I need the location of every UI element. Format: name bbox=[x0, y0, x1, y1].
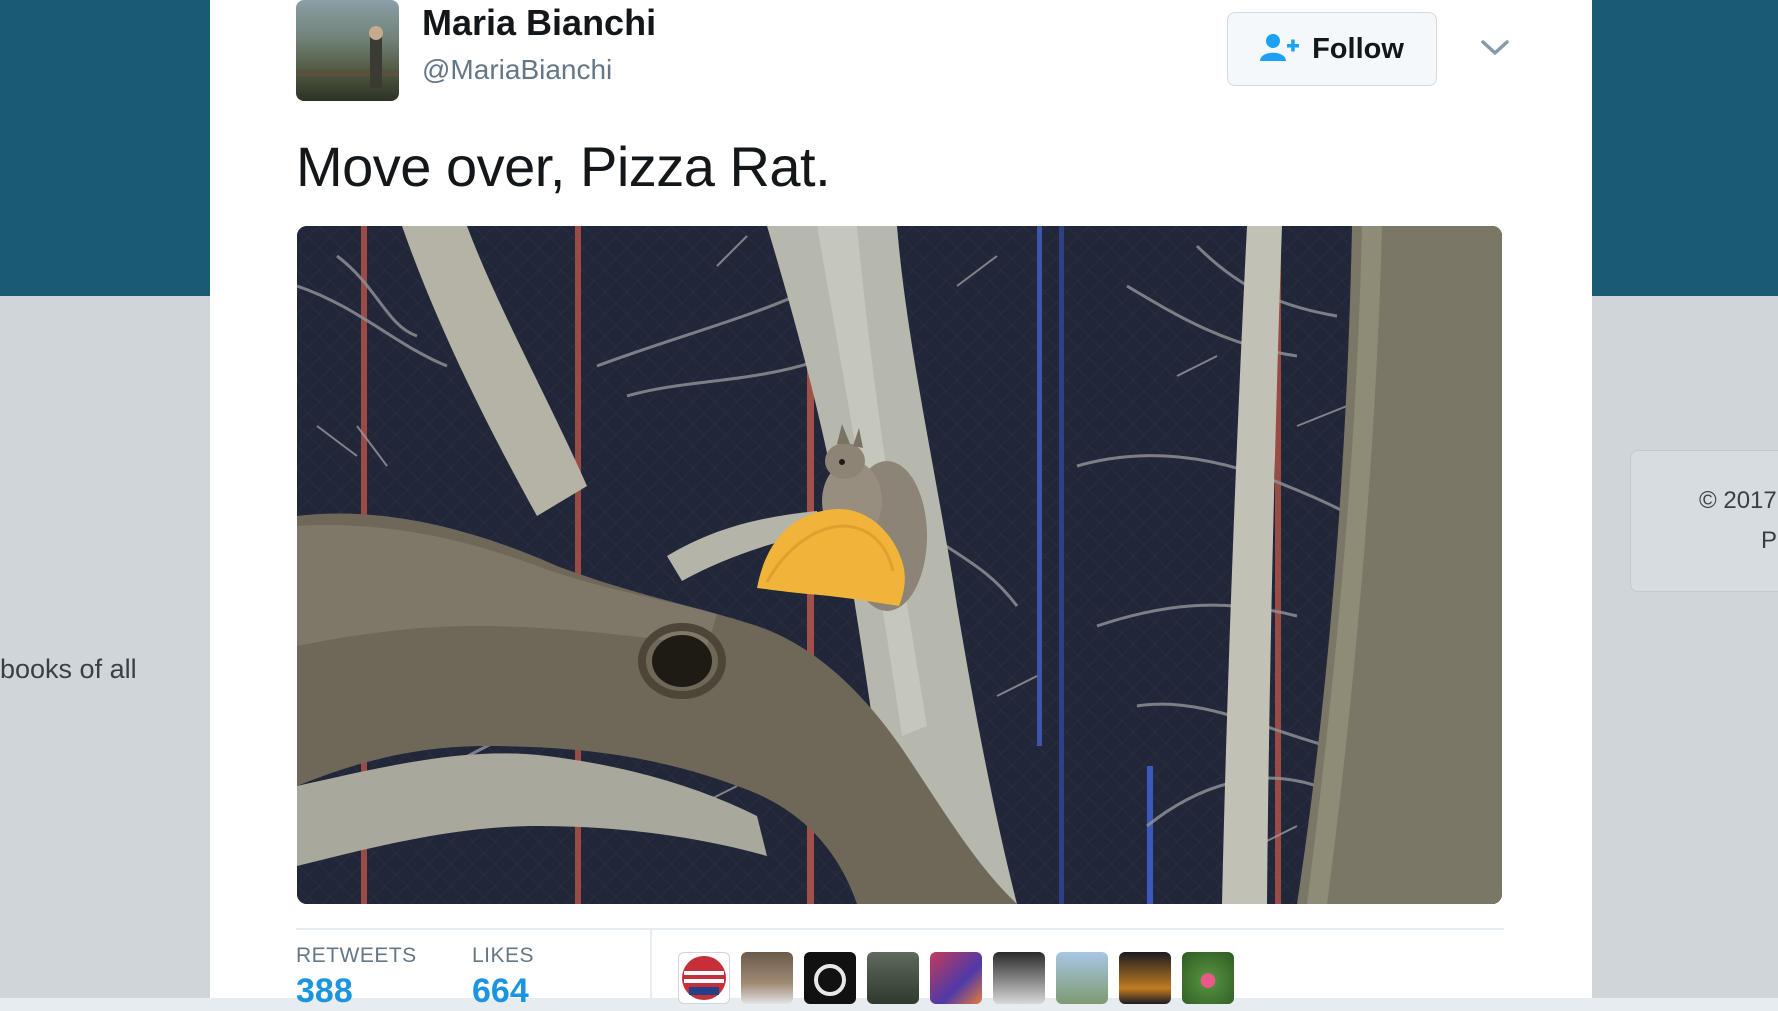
author-name[interactable]: Maria Bianchi bbox=[422, 2, 656, 44]
retweets-label: RETWEETS bbox=[296, 944, 417, 967]
follow-person-plus-icon bbox=[1260, 33, 1300, 66]
liker-avatar[interactable] bbox=[993, 952, 1045, 1004]
likes-count[interactable]: 664 bbox=[472, 972, 529, 1011]
liker-avatar[interactable] bbox=[930, 952, 982, 1004]
tweet-modal: Maria Bianchi @MariaBianchi Follow Move … bbox=[210, 0, 1592, 1010]
liker-avatar[interactable] bbox=[867, 952, 919, 1004]
retweets-count[interactable]: 388 bbox=[296, 972, 353, 1011]
liker-avatar[interactable] bbox=[678, 952, 730, 1004]
liker-avatar[interactable] bbox=[741, 952, 793, 1004]
follow-label: Follow bbox=[1312, 32, 1404, 65]
chevron-down-icon[interactable] bbox=[1475, 32, 1515, 62]
avatar[interactable] bbox=[296, 0, 399, 101]
copyright-text: © 2017 bbox=[1699, 487, 1777, 514]
tweet-photo[interactable] bbox=[297, 226, 1502, 904]
liker-avatar[interactable] bbox=[1056, 952, 1108, 1004]
author-handle[interactable]: @MariaBianchi bbox=[422, 54, 612, 86]
liker-avatar[interactable] bbox=[1119, 952, 1171, 1004]
footer-card: © 2017 Pr bbox=[1630, 450, 1778, 592]
likers-avatar-row bbox=[678, 952, 1234, 1004]
tweet-text: Move over, Pizza Rat. bbox=[296, 135, 831, 198]
background-bio-snippet: books of all bbox=[0, 654, 137, 684]
footer-link[interactable]: Pr bbox=[1761, 527, 1778, 555]
stats-vertical-divider bbox=[650, 930, 652, 998]
liker-avatar[interactable] bbox=[804, 952, 856, 1004]
follow-button[interactable]: Follow bbox=[1227, 12, 1437, 86]
stats-divider bbox=[296, 928, 1504, 930]
likes-label: LIKES bbox=[472, 944, 535, 967]
liker-avatar[interactable] bbox=[1182, 952, 1234, 1004]
